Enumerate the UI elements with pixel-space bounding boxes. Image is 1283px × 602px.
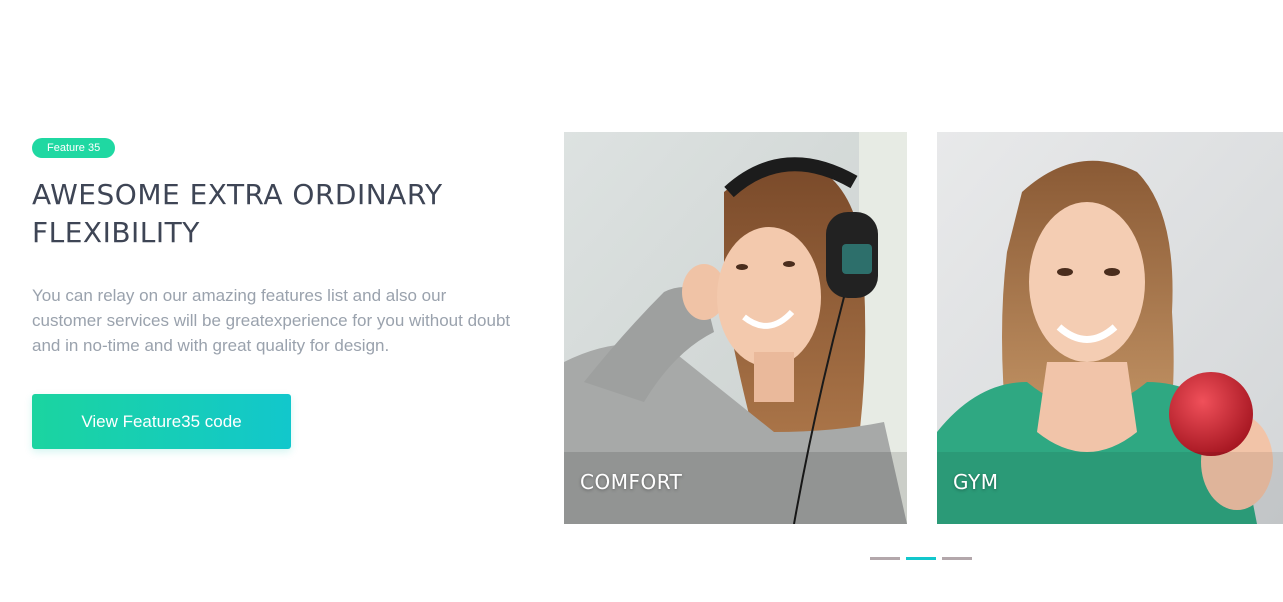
- view-feature-code-button[interactable]: View Feature35 code: [32, 394, 291, 449]
- carousel-dot-1[interactable]: [870, 557, 900, 560]
- feature-description: You can relay on our amazing features li…: [32, 286, 511, 355]
- carousel-dot-2-active[interactable]: [906, 557, 936, 560]
- card-label-gym: GYM: [953, 470, 999, 494]
- woman-with-headphones-image: [564, 132, 907, 524]
- carousel-card-gym[interactable]: GYM: [937, 132, 1283, 524]
- carousel-dot-3[interactable]: [942, 557, 972, 560]
- woman-holding-apple-image: [937, 132, 1283, 524]
- feature-badge: Feature 35: [32, 138, 116, 158]
- carousel-pagination: [870, 557, 972, 561]
- carousel-card-comfort[interactable]: COMFORT: [564, 132, 907, 524]
- feature-title: AWESOME EXTRA ORDINARY FLEXIBILITY: [32, 178, 443, 249]
- card-label-comfort: COMFORT: [580, 470, 683, 494]
- feature-section: Feature 35 AWESOME EXTRA ORDINARY FLEXIB…: [0, 0, 1283, 602]
